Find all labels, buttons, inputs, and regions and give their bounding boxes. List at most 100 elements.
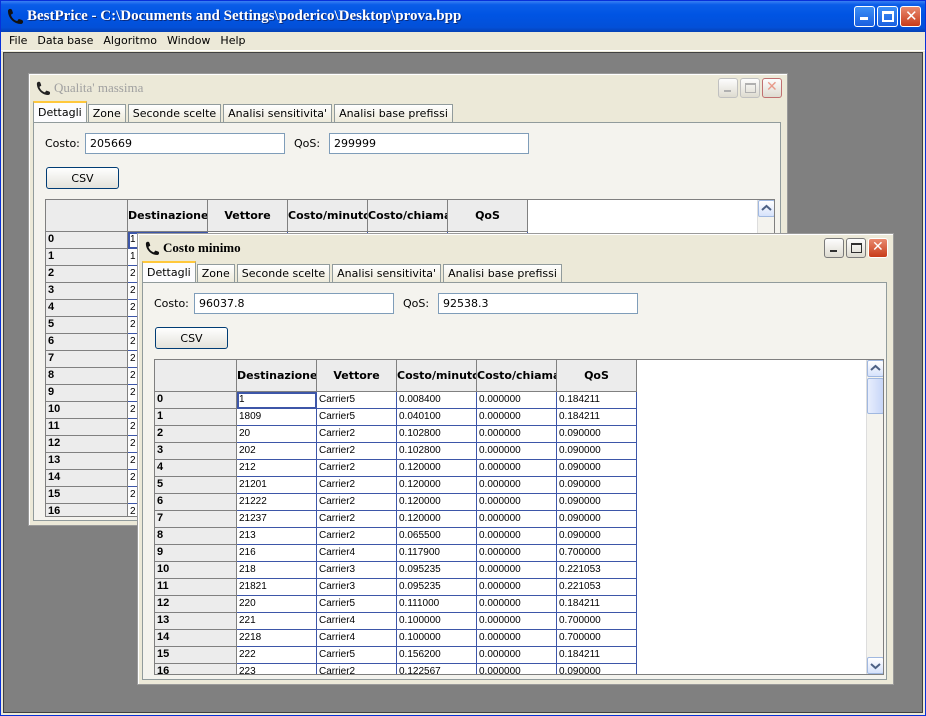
cell-destinazione[interactable]: 1 <box>237 392 317 409</box>
qos-field[interactable]: 299999 <box>329 133 529 154</box>
table-row[interactable]: 2 20 Carrier2 0.102800 0.000000 0.090000 <box>155 426 637 443</box>
cell-costo-chiamata[interactable]: 0.000000 <box>477 477 557 494</box>
cell-costo-chiamata[interactable]: 0.000000 <box>477 562 557 579</box>
table-row[interactable]: 4 212 Carrier2 0.120000 0.000000 0.090000 <box>155 460 637 477</box>
tab-analisi-base-prefissi[interactable]: Analisi base prefissi <box>334 104 453 123</box>
costo-field[interactable]: 205669 <box>85 133 285 154</box>
cell-qos[interactable]: 0.700000 <box>557 630 637 647</box>
table-row[interactable]: 11 21821 Carrier3 0.095235 0.000000 0.221053 <box>155 579 637 596</box>
tab-analisi-sensitivita[interactable]: Analisi sensitivita' <box>332 264 442 283</box>
tab-dettagli[interactable]: Dettagli <box>33 101 87 123</box>
cell-qos[interactable]: 0.090000 <box>557 511 637 528</box>
table-row[interactable]: 1 1809 Carrier5 0.040100 0.000000 0.184211 <box>155 409 637 426</box>
table-row[interactable]: 15 222 Carrier5 0.156200 0.000000 0.184211 <box>155 647 637 664</box>
cell-destinazione[interactable]: 220 <box>237 596 317 613</box>
table-row[interactable]: 6 21222 Carrier2 0.120000 0.000000 0.090000 <box>155 494 637 511</box>
cell-destinazione[interactable]: 223 <box>237 664 317 674</box>
cell-destinazione[interactable]: 213 <box>237 528 317 545</box>
table-row[interactable]: 7 21237 Carrier2 0.120000 0.000000 0.090000 <box>155 511 637 528</box>
minimo-titlebar[interactable]: Costo minimo ✕ <box>139 235 892 261</box>
cell-costo-minuto[interactable]: 0.102800 <box>397 443 477 460</box>
table-row[interactable]: 0 1 Carrier5 0.008400 0.000000 0.184211 <box>155 392 637 409</box>
cell-qos[interactable]: 0.090000 <box>557 664 637 674</box>
cell-destinazione[interactable]: 216 <box>237 545 317 562</box>
cell-qos[interactable]: 0.090000 <box>557 460 637 477</box>
csv-button[interactable]: CSV <box>46 167 119 189</box>
cell-qos[interactable]: 0.221053 <box>557 579 637 596</box>
tab-dettagli[interactable]: Dettagli <box>142 261 196 283</box>
cell-destinazione[interactable]: 202 <box>237 443 317 460</box>
cell-costo-minuto[interactable]: 0.100000 <box>397 613 477 630</box>
cell-costo-chiamata[interactable]: 0.000000 <box>477 494 557 511</box>
cell-qos[interactable]: 0.090000 <box>557 443 637 460</box>
cell-costo-chiamata[interactable]: 0.000000 <box>477 647 557 664</box>
cell-costo-chiamata[interactable]: 0.000000 <box>477 545 557 562</box>
table-row[interactable]: 12 220 Carrier5 0.111000 0.000000 0.184211 <box>155 596 637 613</box>
cell-costo-minuto[interactable]: 0.095235 <box>397 562 477 579</box>
tab-seconde-scelte[interactable]: Seconde scelte <box>127 104 222 123</box>
cell-costo-minuto[interactable]: 0.102800 <box>397 426 477 443</box>
menu-help[interactable]: Help <box>216 32 251 50</box>
cell-destinazione[interactable]: 2218 <box>237 630 317 647</box>
cell-destinazione[interactable]: 218 <box>237 562 317 579</box>
column-header-qos[interactable]: QoS <box>557 360 637 392</box>
cell-qos[interactable]: 0.700000 <box>557 545 637 562</box>
tab-zone[interactable]: Zone <box>87 104 126 123</box>
cell-vettore[interactable]: Carrier5 <box>317 647 397 664</box>
cell-costo-chiamata[interactable]: 0.000000 <box>477 460 557 477</box>
cell-vettore[interactable]: Carrier4 <box>317 613 397 630</box>
qualita-minimize-button[interactable] <box>718 78 738 98</box>
minimo-close-button[interactable]: ✕ <box>868 238 888 258</box>
cell-vettore[interactable]: Carrier5 <box>317 596 397 613</box>
cell-costo-chiamata[interactable]: 0.000000 <box>477 613 557 630</box>
cell-qos[interactable]: 0.184211 <box>557 409 637 426</box>
tab-analisi-sensitivita[interactable]: Analisi sensitivita' <box>223 104 333 123</box>
cell-vettore[interactable]: Carrier4 <box>317 545 397 562</box>
qualita-maximize-button[interactable] <box>740 78 760 98</box>
cell-costo-minuto[interactable]: 0.120000 <box>397 477 477 494</box>
table-row[interactable]: 10 218 Carrier3 0.095235 0.000000 0.221053 <box>155 562 637 579</box>
cell-costo-minuto[interactable]: 0.040100 <box>397 409 477 426</box>
tab-zone[interactable]: Zone <box>196 264 235 283</box>
qos-field[interactable]: 92538.3 <box>438 293 638 314</box>
column-header-vettore[interactable]: Vettore <box>317 360 397 392</box>
cell-vettore[interactable]: Carrier2 <box>317 426 397 443</box>
qualita-titlebar[interactable]: Qualita' massima ✕ <box>30 75 786 101</box>
menu-data-base[interactable]: Data base <box>33 32 99 50</box>
cell-costo-minuto[interactable]: 0.111000 <box>397 596 477 613</box>
cell-vettore[interactable]: Carrier3 <box>317 562 397 579</box>
tab-seconde-scelte[interactable]: Seconde scelte <box>236 264 331 283</box>
scroll-thumb[interactable] <box>867 378 883 414</box>
column-header-costo-chiamata[interactable]: Costo/chiamat <box>368 200 448 232</box>
table-row[interactable]: 5 21201 Carrier2 0.120000 0.000000 0.090000 <box>155 477 637 494</box>
cell-qos[interactable]: 0.184211 <box>557 596 637 613</box>
cell-qos[interactable]: 0.090000 <box>557 494 637 511</box>
cell-qos[interactable]: 0.090000 <box>557 477 637 494</box>
cell-destinazione[interactable]: 1809 <box>237 409 317 426</box>
cell-vettore[interactable]: Carrier5 <box>317 409 397 426</box>
cell-vettore[interactable]: Carrier5 <box>317 392 397 409</box>
cell-costo-minuto[interactable]: 0.156200 <box>397 647 477 664</box>
minimo-minimize-button[interactable] <box>824 238 844 258</box>
column-header-row-header[interactable] <box>155 360 237 392</box>
cell-vettore[interactable]: Carrier2 <box>317 494 397 511</box>
minimize-button[interactable] <box>854 6 875 27</box>
table-row[interactable]: 13 221 Carrier4 0.100000 0.000000 0.700000 <box>155 613 637 630</box>
table-row[interactable]: 8 213 Carrier2 0.065500 0.000000 0.090000 <box>155 528 637 545</box>
cell-costo-chiamata[interactable]: 0.000000 <box>477 664 557 674</box>
column-header-row-header[interactable] <box>46 200 128 232</box>
menu-window[interactable]: Window <box>163 32 216 50</box>
cell-costo-minuto[interactable]: 0.122567 <box>397 664 477 674</box>
cell-vettore[interactable]: Carrier3 <box>317 579 397 596</box>
csv-button[interactable]: CSV <box>155 327 228 349</box>
column-header-destinazione[interactable]: Destinazione <box>128 200 208 232</box>
minimo-maximize-button[interactable] <box>846 238 866 258</box>
cell-costo-chiamata[interactable]: 0.000000 <box>477 596 557 613</box>
minimo-grid[interactable]: Destinazione Vettore Costo/minuto Costo/chi… <box>154 359 884 675</box>
cell-vettore[interactable]: Carrier2 <box>317 664 397 674</box>
cell-destinazione[interactable]: 221 <box>237 613 317 630</box>
cell-qos[interactable]: 0.090000 <box>557 426 637 443</box>
table-row[interactable]: 16 223 Carrier2 0.122567 0.000000 0.090000 <box>155 664 637 674</box>
cell-vettore[interactable]: Carrier2 <box>317 477 397 494</box>
cell-vettore[interactable]: Carrier2 <box>317 528 397 545</box>
